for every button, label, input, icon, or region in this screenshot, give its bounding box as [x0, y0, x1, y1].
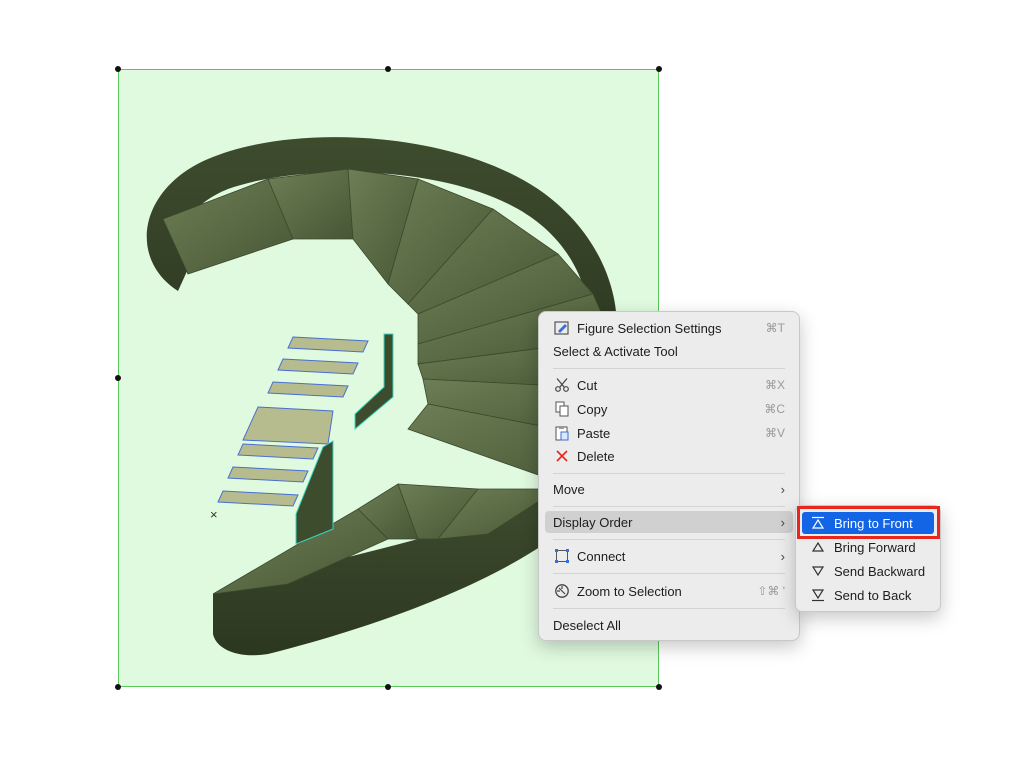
menu-separator	[553, 473, 785, 474]
scissors-icon	[553, 376, 571, 394]
menu-item-label: Copy	[577, 401, 608, 417]
submenu-item-label: Send Backward	[834, 563, 926, 579]
context-menu: Figure Selection Settings ⌘T Select & Ac…	[538, 311, 800, 641]
menu-separator	[553, 368, 785, 369]
shortcut-text: ⌘T	[765, 321, 785, 335]
connect-icon	[553, 547, 571, 565]
chevron-right-icon: ›	[780, 548, 785, 564]
menu-item-label: Delete	[577, 448, 615, 464]
shortcut-text: ⌘C	[764, 402, 785, 416]
menu-item-figure-selection-settings[interactable]: Figure Selection Settings ⌘T	[545, 317, 793, 339]
menu-item-move[interactable]: Move ›	[545, 478, 793, 500]
menu-item-label: Cut	[577, 377, 598, 393]
chevron-right-icon: ›	[780, 514, 785, 530]
menu-item-label: Connect	[577, 548, 626, 564]
menu-item-zoom-to-selection[interactable]: Zoom to Selection ⇧⌘ '	[545, 580, 793, 602]
menu-item-paste[interactable]: Paste ⌘V	[545, 422, 793, 444]
send-backward-icon	[811, 564, 825, 578]
submenu-item-send-to-back[interactable]: Send to Back	[802, 584, 934, 606]
menu-item-label: Deselect All	[553, 617, 621, 633]
menu-item-label: Paste	[577, 425, 611, 441]
paste-icon	[553, 424, 571, 442]
chevron-right-icon: ›	[780, 481, 785, 497]
submenu-item-bring-forward[interactable]: Bring Forward	[802, 536, 934, 558]
menu-item-display-order[interactable]: Display Order ›	[545, 511, 793, 533]
delete-x-icon	[553, 447, 571, 465]
menu-item-label: Zoom to Selection	[577, 583, 682, 599]
bring-forward-icon	[811, 540, 825, 554]
menu-item-connect[interactable]: Connect ›	[545, 545, 793, 567]
menu-item-label: Display Order	[553, 514, 633, 530]
send-to-back-icon	[811, 588, 825, 602]
origin-marker: ×	[210, 507, 218, 522]
zoom-selection-icon	[553, 582, 571, 600]
figure-settings-icon	[553, 319, 571, 337]
shortcut-text: ⇧⌘ '	[757, 584, 785, 598]
menu-item-delete[interactable]: Delete	[545, 445, 793, 467]
menu-separator	[553, 608, 785, 609]
submenu-item-send-backward[interactable]: Send Backward	[802, 560, 934, 582]
menu-item-label: Move	[553, 481, 585, 497]
shortcut-text: ⌘X	[764, 378, 785, 392]
menu-separator	[553, 573, 785, 574]
menu-separator	[553, 506, 785, 507]
submenu-item-label: Send to Back	[834, 587, 912, 603]
copy-icon	[553, 400, 571, 418]
menu-item-label: Figure Selection Settings	[577, 320, 722, 336]
menu-item-copy[interactable]: Copy ⌘C	[545, 398, 793, 420]
menu-item-select-activate-tool[interactable]: Select & Activate Tool	[545, 340, 793, 362]
submenu-item-label: Bring Forward	[834, 539, 916, 555]
menu-item-label: Select & Activate Tool	[553, 343, 678, 359]
shortcut-text: ⌘V	[764, 426, 785, 440]
highlight-callout-box	[797, 506, 940, 539]
menu-item-cut[interactable]: Cut ⌘X	[545, 374, 793, 396]
menu-item-deselect-all[interactable]: Deselect All	[545, 614, 793, 636]
menu-separator	[553, 539, 785, 540]
